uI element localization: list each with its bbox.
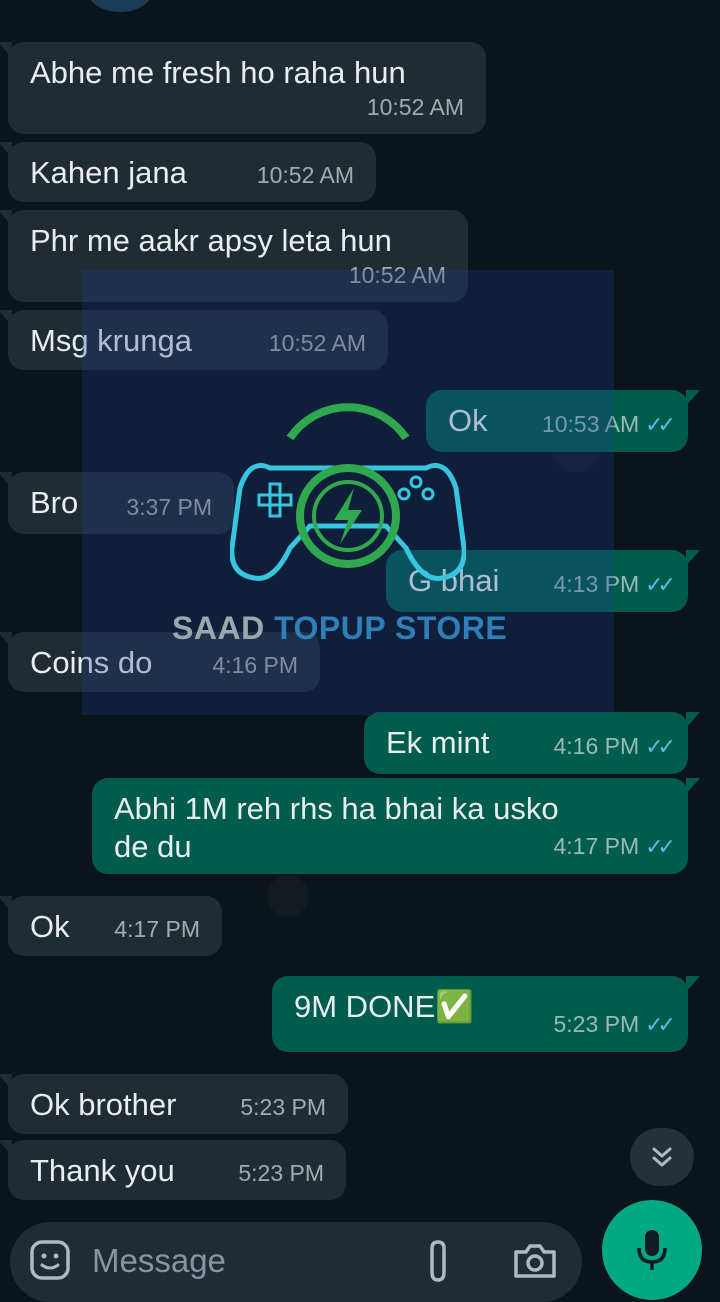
message-text: Ek mint (386, 725, 490, 760)
message-text: Phr me aakr apsy leta hun (30, 223, 392, 258)
message-bubble[interactable]: Ok 4:17 PM (0, 896, 222, 956)
message-time-text: 10:53 AM (541, 411, 640, 437)
brand-word-1: SAAD (172, 610, 265, 646)
message-time: 5:23 PM (240, 1094, 326, 1120)
mic-button[interactable] (602, 1200, 702, 1300)
paperclip-icon[interactable] (416, 1238, 460, 1286)
camera-icon[interactable] (512, 1238, 558, 1282)
message-time: 4:16 PM (212, 652, 298, 678)
message-text: Coins do (30, 645, 153, 680)
message-bubble[interactable]: Thank you 5:23 PM (0, 1140, 346, 1200)
double-check-icon: ✓✓ (645, 734, 676, 759)
message-text: Bro (30, 485, 79, 520)
message-time: 4:13 PM ✓✓ (553, 565, 676, 604)
message-time: 5:23 PM (238, 1160, 324, 1186)
emoji-icon[interactable] (28, 1238, 72, 1282)
message-time: 10:52 AM (256, 162, 354, 188)
message-bubble[interactable]: Kahen jana 10:52 AM (0, 142, 376, 202)
watermark-brand: SAAD TOPUP STORE (172, 610, 507, 647)
message-bubble[interactable]: 9M DONE✅ 5:23 PM ✓✓ (272, 976, 700, 1052)
message-time-text: 4:16 PM (553, 733, 640, 759)
message-text: Abhi 1M reh rhs ha bhai ka usko de du (114, 791, 559, 864)
message-time-text: 4:17 PM (553, 833, 640, 859)
message-time: 5:23 PM ✓✓ (553, 1005, 676, 1044)
message-time-text: 4:13 PM (553, 571, 640, 597)
message-time: 10:52 AM (268, 330, 366, 356)
gamepad-logo (230, 403, 466, 581)
message-text: 9M DONE✅ (294, 989, 474, 1024)
double-check-icon: ✓✓ (645, 412, 676, 437)
message-time: 10:53 AM ✓✓ (541, 405, 676, 444)
double-check-icon: ✓✓ (645, 834, 676, 859)
chevron-double-down-icon (652, 1147, 672, 1167)
message-text: Thank you (30, 1153, 175, 1188)
message-bubble[interactable]: Abhi 1M reh rhs ha bhai ka usko de du 4:… (92, 778, 700, 874)
message-text: Ok brother (30, 1087, 177, 1122)
message-time: 4:17 PM ✓✓ (553, 827, 676, 866)
message-composer (10, 1222, 582, 1302)
message-text: Msg krunga (30, 323, 192, 358)
scroll-to-bottom-button[interactable] (630, 1128, 694, 1186)
message-bubble[interactable]: Phr me aakr apsy leta hun 10:52 AM (0, 210, 468, 302)
message-bubble[interactable]: Msg krunga 10:52 AM (0, 310, 388, 370)
message-text: Ok (30, 909, 70, 944)
message-time: 4:16 PM ✓✓ (553, 727, 676, 766)
message-bubble[interactable]: Bro 3:37 PM (0, 472, 234, 534)
double-check-icon: ✓✓ (645, 1012, 676, 1037)
microphone-icon (637, 1230, 667, 1270)
message-time: 3:37 PM (126, 494, 212, 520)
message-text: Abhe me fresh ho raha hun (30, 55, 406, 90)
message-time: 4:17 PM (114, 916, 200, 942)
message-input[interactable] (90, 1230, 404, 1292)
message-time-text: 5:23 PM (553, 1011, 640, 1037)
message-time: 10:52 AM (348, 262, 446, 288)
message-bubble[interactable]: Abhe me fresh ho raha hun 10:52 AM (0, 42, 486, 134)
message-bubble[interactable]: Ek mint 4:16 PM ✓✓ (364, 712, 700, 774)
message-time: 10:52 AM (366, 94, 464, 120)
message-text: Kahen jana (30, 155, 187, 190)
double-check-icon: ✓✓ (645, 572, 676, 597)
message-bubble[interactable]: Ok brother 5:23 PM (0, 1074, 348, 1134)
brand-word-2: TOPUP STORE (274, 610, 508, 646)
